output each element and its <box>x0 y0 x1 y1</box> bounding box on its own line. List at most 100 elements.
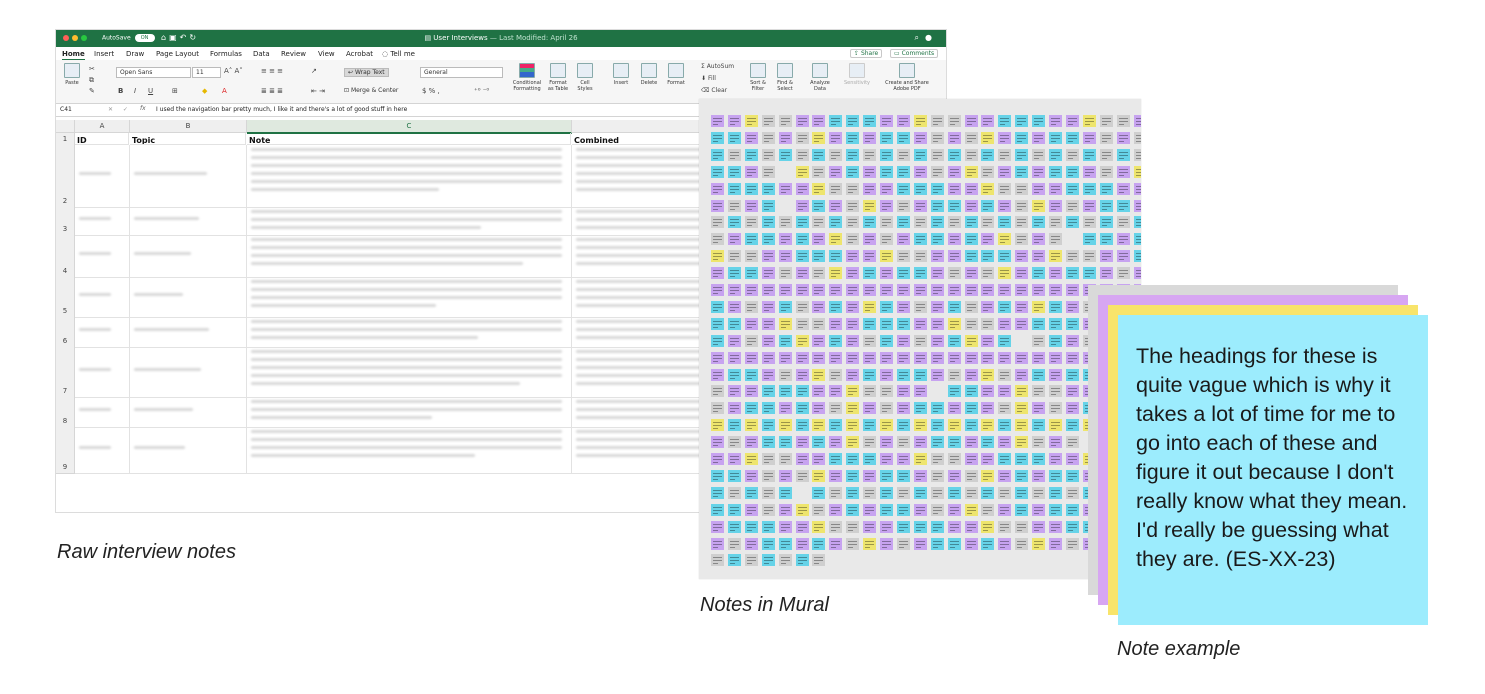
sticky-note[interactable] <box>964 385 978 398</box>
sticky-note[interactable] <box>896 402 910 415</box>
sticky-note[interactable] <box>913 351 927 364</box>
sticky-note[interactable] <box>711 436 724 449</box>
sticky-note[interactable] <box>1032 182 1046 195</box>
sticky-note[interactable] <box>947 469 961 482</box>
column-header-a[interactable]: A <box>75 120 130 133</box>
sticky-note[interactable] <box>1133 115 1141 127</box>
sticky-note[interactable] <box>778 284 792 296</box>
orientation-icon[interactable]: ↗ <box>311 67 317 75</box>
sticky-note[interactable] <box>913 537 927 550</box>
sticky-note[interactable] <box>1049 402 1062 415</box>
sticky-note[interactable] <box>795 554 809 567</box>
sticky-note[interactable] <box>778 453 792 465</box>
sticky-note[interactable] <box>964 351 978 364</box>
sticky-note[interactable] <box>778 317 792 330</box>
sticky-note[interactable] <box>981 469 995 482</box>
sticky-note[interactable] <box>880 402 893 415</box>
sticky-note[interactable] <box>880 334 893 347</box>
sticky-note[interactable] <box>778 402 792 415</box>
sticky-note[interactable] <box>863 300 877 313</box>
sticky-note[interactable] <box>1065 486 1079 499</box>
comments-button[interactable]: ▭ Comments <box>890 49 939 58</box>
sticky-note[interactable] <box>913 267 927 280</box>
sticky-note[interactable] <box>880 182 893 195</box>
sticky-note[interactable] <box>812 131 826 144</box>
sticky-note[interactable] <box>913 148 927 161</box>
sticky-note[interactable] <box>1032 300 1046 313</box>
sticky-note[interactable] <box>998 537 1012 550</box>
sticky-note[interactable] <box>727 131 741 144</box>
sticky-note[interactable] <box>778 267 792 280</box>
sticky-note[interactable] <box>947 486 961 499</box>
sticky-note[interactable] <box>1082 148 1096 161</box>
sticky-note[interactable] <box>981 537 995 550</box>
sticky-note[interactable] <box>727 199 741 212</box>
sticky-note[interactable] <box>964 520 978 533</box>
sticky-note[interactable] <box>880 233 893 246</box>
sticky-note[interactable] <box>913 165 927 178</box>
sticky-note[interactable] <box>1032 250 1046 263</box>
sticky-note[interactable] <box>829 351 843 364</box>
sticky-note[interactable] <box>1032 115 1046 127</box>
sticky-note[interactable] <box>744 351 758 364</box>
sticky-note[interactable] <box>778 131 792 144</box>
sticky-note[interactable] <box>846 537 860 550</box>
create-share-pdf-button[interactable]: Create and Share Adobe PDF <box>882 63 932 92</box>
sticky-note[interactable] <box>1015 419 1029 432</box>
sheet-cell[interactable] <box>247 207 572 236</box>
sheet-cell[interactable] <box>75 207 130 236</box>
sticky-note[interactable] <box>1049 182 1062 195</box>
sticky-note[interactable] <box>998 267 1012 280</box>
sticky-note[interactable] <box>930 351 944 364</box>
sticky-note[interactable] <box>947 233 961 246</box>
sticky-note[interactable] <box>896 317 910 330</box>
sticky-note[interactable] <box>981 317 995 330</box>
sticky-note[interactable] <box>863 216 877 229</box>
sticky-note[interactable] <box>896 469 910 482</box>
sticky-note[interactable] <box>896 267 910 280</box>
sticky-note[interactable] <box>1116 182 1130 195</box>
tab-review[interactable]: Review <box>281 50 306 58</box>
sticky-note[interactable] <box>829 199 843 212</box>
sticky-note[interactable] <box>930 131 944 144</box>
sticky-note[interactable] <box>1065 300 1079 313</box>
sheet-cell[interactable] <box>247 235 572 278</box>
sticky-note[interactable] <box>880 250 893 263</box>
sheet-cell[interactable] <box>247 427 572 474</box>
sticky-note[interactable] <box>727 436 741 449</box>
sticky-note[interactable] <box>711 385 724 398</box>
sticky-note[interactable] <box>913 199 927 212</box>
sticky-note[interactable] <box>829 469 843 482</box>
sticky-note[interactable] <box>795 182 809 195</box>
sheet-cell[interactable] <box>130 207 247 236</box>
sticky-note[interactable] <box>880 520 893 533</box>
sticky-note[interactable] <box>998 131 1012 144</box>
sticky-note[interactable] <box>1015 284 1029 296</box>
sticky-note[interactable] <box>964 419 978 432</box>
sticky-note[interactable] <box>795 402 809 415</box>
sticky-note[interactable] <box>1049 317 1062 330</box>
font-name-select[interactable]: Open Sans <box>116 67 191 78</box>
sticky-note[interactable] <box>744 486 758 499</box>
sticky-note[interactable] <box>981 436 995 449</box>
column-header-b[interactable]: B <box>130 120 247 133</box>
sticky-note[interactable] <box>812 503 826 516</box>
sticky-note[interactable] <box>1049 419 1062 432</box>
sticky-note[interactable] <box>744 115 758 127</box>
underline-button[interactable]: U <box>148 87 153 95</box>
sticky-note[interactable] <box>1133 233 1141 246</box>
sheet-cell[interactable] <box>247 317 572 348</box>
sticky-note[interactable] <box>1032 453 1046 465</box>
sticky-note[interactable] <box>761 469 775 482</box>
decimal-icon[interactable]: ⁺⁰ ⁻⁰ <box>474 87 489 95</box>
sticky-note[interactable] <box>1032 284 1046 296</box>
tab-formulas[interactable]: Formulas <box>210 50 242 58</box>
sticky-note[interactable] <box>1065 334 1079 347</box>
sticky-note[interactable] <box>727 317 741 330</box>
sticky-note[interactable] <box>829 436 843 449</box>
sticky-note[interactable] <box>863 199 877 212</box>
sticky-note[interactable] <box>795 250 809 263</box>
sticky-note[interactable] <box>795 453 809 465</box>
sticky-note[interactable] <box>711 148 724 161</box>
sticky-note[interactable] <box>1116 250 1130 263</box>
